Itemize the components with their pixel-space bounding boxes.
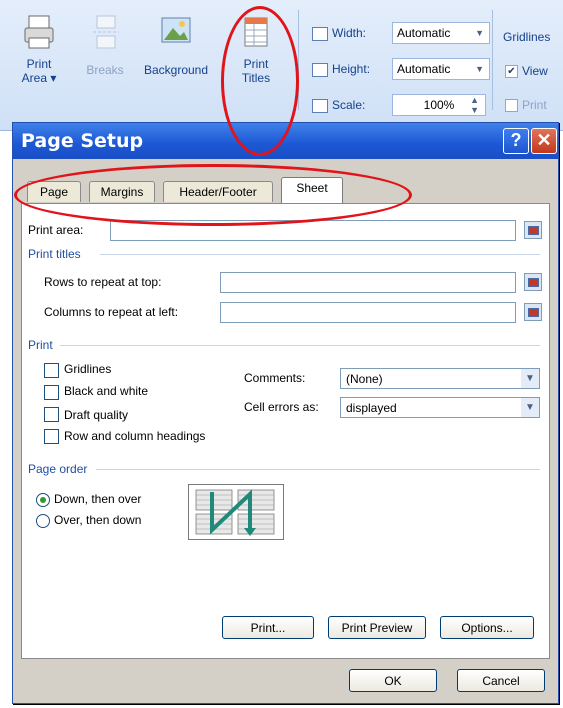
print-area-collapse-icon[interactable] [524,221,542,239]
ribbon-separator [492,10,493,110]
comments-dropdown[interactable]: (None) ▼ [340,368,540,389]
print-titles-button[interactable]: Print Titles [232,14,280,85]
gridlines-label: Gridlines [64,362,112,376]
over-then-down-radio[interactable] [36,514,50,528]
tab-margins[interactable]: Margins [89,181,155,202]
comments-label: Comments: [244,371,306,385]
help-button[interactable]: ? [503,128,529,154]
cancel-button[interactable]: Cancel [457,669,545,692]
print-titles-label-2: Titles [241,71,271,85]
cell-errors-value: displayed [346,401,397,415]
comments-value: (None) [346,372,383,386]
chevron-down-icon: ▼ [521,369,539,388]
spinner-arrows-icon: ▲ ▼ [470,95,479,115]
gridlines-print-checkbox[interactable]: Print [505,98,547,113]
draft-quality-label: Draft quality [64,408,129,422]
page-order-section-label: Page order [28,462,88,476]
print-area-icon [24,15,54,49]
tab-sheet[interactable]: Sheet [281,177,343,203]
print-preview-button[interactable]: Print Preview [328,616,426,639]
section-divider [60,345,540,346]
tab-header-footer[interactable]: Header/Footer [163,181,273,202]
black-and-white-checkbox[interactable] [44,385,59,400]
print-button[interactable]: Print... [222,616,314,639]
section-divider [96,469,540,470]
scale-value: 100% [423,98,455,112]
width-dropdown[interactable]: Automatic ▼ [392,22,490,44]
tab-page[interactable]: Page [27,181,81,202]
options-button[interactable]: Options... [440,616,534,639]
chevron-down-icon: ▼ [475,28,484,38]
print-area-label-1: Print [26,57,52,71]
rows-to-repeat-input[interactable] [220,272,516,293]
chevron-down-icon: ▼ [521,398,539,417]
scale-spinner[interactable]: 100% ▲ ▼ [392,94,486,116]
dialog-title: Page Setup [21,130,144,152]
draft-quality-checkbox[interactable] [44,407,59,422]
page-setup-dialog: Page Setup ? ✕ Page Margins Header/Foote… [12,122,559,704]
ok-button[interactable]: OK [349,669,437,692]
print-titles-section-label: Print titles [28,247,81,261]
height-label: Height: [332,62,371,76]
page-order-diagram-icon [188,484,284,540]
gridlines-checkbox[interactable] [44,363,59,378]
height-value: Automatic [397,62,451,76]
print-section-label: Print [28,338,53,352]
breaks-label: Breaks [86,63,124,77]
row-column-headings-label: Row and column headings [64,429,206,443]
width-label: Width: [332,26,367,40]
breaks-icon [93,15,119,49]
dialog-title-bar[interactable]: Page Setup ? ✕ [13,123,558,159]
scale-row: Scale: [312,94,365,116]
ribbon-separator [298,10,299,110]
down-then-over-label: Down, then over [54,492,142,506]
height-row: Height: [312,58,370,80]
print-area-label-2: Area ▾ [21,71,57,85]
excel-ribbon: Print Area ▾ Breaks Background Print Tit… [0,0,563,131]
print-area-input[interactable] [110,220,516,241]
checkmark-icon: ✔ [505,65,518,79]
background-button[interactable]: Background [140,14,212,77]
gridlines-view-checkbox[interactable]: ✔ View [505,64,548,79]
section-divider [100,254,540,255]
row-column-headings-checkbox[interactable] [44,429,59,444]
over-then-down-label: Over, then down [54,513,142,527]
cell-errors-label: Cell errors as: [244,400,319,414]
breaks-button[interactable]: Breaks [80,14,130,77]
cols-repeat-collapse-icon[interactable] [524,303,542,321]
gridlines-view-label: View [522,64,548,78]
columns-to-repeat-input[interactable] [220,302,516,323]
gridlines-group-label: Gridlines [503,30,551,44]
background-label: Background [143,63,209,77]
scale-icon [312,98,328,113]
gridlines-print-label: Print [522,98,547,112]
width-value: Automatic [397,26,451,40]
print-titles-icon [244,17,268,47]
checkbox-icon [505,99,518,113]
background-icon [161,17,191,43]
width-icon [312,26,328,41]
columns-to-repeat-label: Columns to repeat at left: [44,305,179,319]
rows-to-repeat-label: Rows to repeat at top: [44,275,162,289]
sheet-tab-panel: Print area: Print titles Rows to repeat … [21,203,550,659]
scale-label: Scale: [332,98,366,112]
width-row: Width: [312,22,366,44]
close-button[interactable]: ✕ [531,128,557,154]
black-and-white-label: Black and white [64,384,149,398]
chevron-down-icon: ▼ [475,64,484,74]
down-then-over-radio[interactable] [36,493,50,507]
print-area-label: Print area: [28,223,84,237]
rows-repeat-collapse-icon[interactable] [524,273,542,291]
height-icon [312,62,328,77]
cell-errors-dropdown[interactable]: displayed ▼ [340,397,540,418]
height-dropdown[interactable]: Automatic ▼ [392,58,490,80]
print-area-button[interactable]: Print Area ▾ [14,14,64,85]
print-titles-label-1: Print [243,57,269,71]
